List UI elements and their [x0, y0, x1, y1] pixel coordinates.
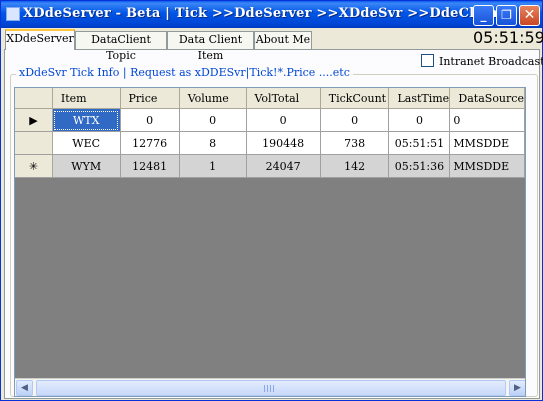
intranet-broadcast-label: Intranet Broadcast — [439, 55, 543, 68]
tick-table: Item Price Volume VolTotal TickCount Las… — [15, 88, 525, 178]
current-row-indicator-icon[interactable]: ▶ — [15, 108, 53, 132]
scroll-grip-icon — [264, 385, 274, 392]
main-window: XDdeServer - Beta | Tick >>DdeServer >>X… — [0, 0, 543, 401]
table-cell[interactable]: 0 — [179, 108, 247, 132]
tick-data-grid[interactable]: Item Price Volume VolTotal TickCount Las… — [14, 87, 526, 397]
column-header[interactable]: Price — [120, 88, 180, 109]
table-cell[interactable]: MMSDDE — [449, 131, 525, 155]
tab-dataclient-topic[interactable]: DataClient Topic — [75, 31, 167, 62]
column-header[interactable]: LastTime — [388, 88, 451, 109]
table-cell[interactable]: 05:51:36 — [388, 154, 451, 178]
table-cell[interactable]: 190448 — [246, 131, 321, 155]
table-cell[interactable]: 142 — [320, 154, 390, 178]
table-cell[interactable]: 24047 — [246, 154, 321, 178]
scroll-left-button[interactable]: ◀ — [16, 380, 33, 396]
column-header[interactable]: Item — [52, 88, 121, 109]
tab-data-client-item[interactable]: Data Client Item — [167, 31, 254, 62]
header-row: Item Price Volume VolTotal TickCount Las… — [15, 88, 525, 109]
column-header[interactable]: DataSource — [449, 88, 525, 109]
tab-about-me[interactable]: About Me — [254, 31, 312, 49]
table-row[interactable]: WEC 12776 8 190448 738 05:51:51 MMSDDE — [15, 131, 525, 155]
column-header[interactable]: Volume — [179, 88, 247, 109]
table-cell[interactable]: 1 — [179, 154, 247, 178]
table-cell[interactable]: 0 — [120, 108, 180, 132]
table-cell[interactable]: 738 — [320, 131, 390, 155]
close-button[interactable]: ✕ — [519, 5, 540, 26]
table-cell[interactable]: 12776 — [120, 131, 180, 155]
table-cell[interactable]: WYM — [52, 154, 121, 178]
app-icon — [6, 7, 20, 21]
scroll-thumb[interactable] — [36, 380, 506, 396]
intranet-broadcast-checkbox[interactable]: Intranet Broadcast — [421, 54, 543, 68]
new-row-indicator-icon[interactable]: ✳ — [15, 154, 53, 178]
scroll-right-button[interactable]: ▶ — [509, 380, 525, 396]
tab-xddeserver[interactable]: XDdeServer — [5, 29, 75, 50]
column-header[interactable]: VolTotal — [246, 88, 321, 109]
horizontal-scrollbar[interactable]: ◀ ▶ — [15, 378, 525, 396]
table-cell[interactable]: 0 — [449, 108, 525, 132]
tick-info-group-label: xDdeSvr Tick Info | Request as xDDESvr|T… — [16, 66, 353, 79]
table-cell[interactable]: 0 — [320, 108, 390, 132]
minimize-button[interactable]: _ — [473, 5, 494, 26]
table-cell[interactable]: 12481 — [120, 154, 180, 178]
checkbox-box[interactable] — [421, 54, 434, 67]
title-bar[interactable]: XDdeServer - Beta | Tick >>DdeServer >>X… — [1, 1, 542, 28]
table-row[interactable]: ▶ WTX 0 0 0 0 0 0 — [15, 108, 525, 132]
table-cell[interactable]: 8 — [179, 131, 247, 155]
column-header[interactable]: TickCount — [320, 88, 390, 109]
maximize-button[interactable]: ❐ — [496, 5, 517, 26]
row-header[interactable] — [15, 131, 53, 155]
table-cell[interactable]: 0 — [246, 108, 321, 132]
clock-display: 05:51:59 — [473, 28, 543, 47]
table-cell[interactable]: WEC — [52, 131, 121, 155]
table-cell[interactable]: 05:51:51 — [388, 131, 451, 155]
table-cell[interactable]: 0 — [388, 108, 451, 132]
row-header-corner[interactable] — [15, 88, 53, 109]
window-title: XDdeServer - Beta | Tick >>DdeServer >>X… — [23, 6, 504, 21]
table-cell[interactable]: MMSDDE — [449, 154, 525, 178]
table-row[interactable]: ✳ WYM 12481 1 24047 142 05:51:36 MMSDDE — [15, 154, 525, 178]
table-cell[interactable]: WTX — [52, 108, 121, 132]
